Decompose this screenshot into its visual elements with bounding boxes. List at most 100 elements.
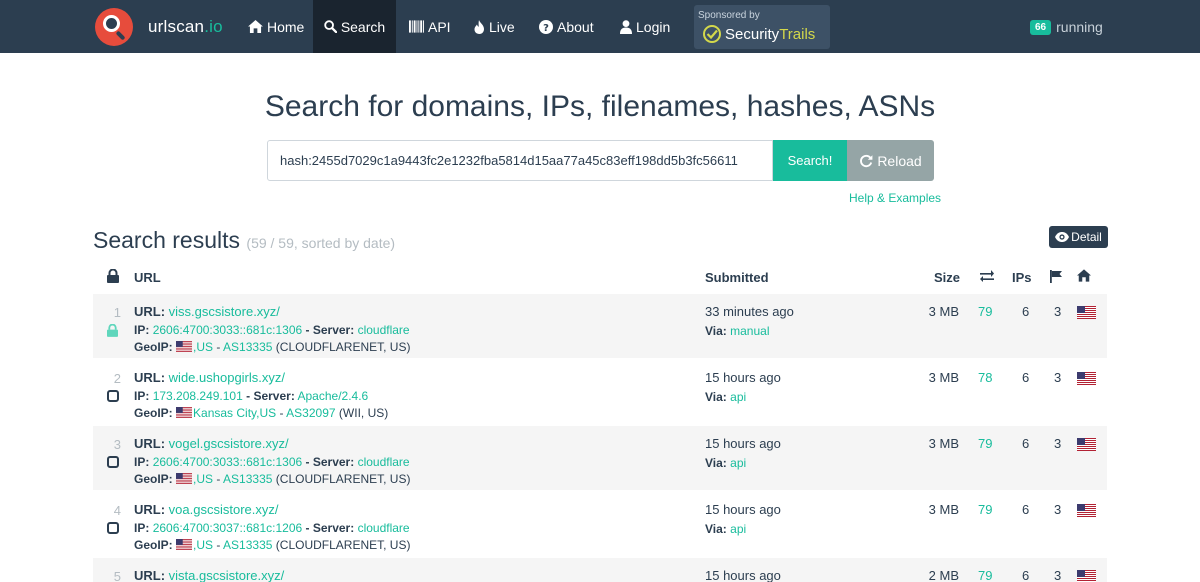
running-label: running	[1056, 19, 1103, 35]
lock-closed-icon	[107, 323, 118, 340]
nav-search-label: Search	[340, 18, 386, 35]
nav-login-label: Login	[636, 18, 671, 35]
page-title: Search for domains, IPs, filenames, hash…	[264, 90, 936, 123]
table-row[interactable]: 1 URL: viss.gscsistore.xyz/ IP: 2606:470…	[93, 294, 1107, 358]
result-url-link[interactable]: voa.gscsistore.xyz/	[169, 502, 279, 517]
row-ip-line: IP: 2606:4700:3037::681c:1206 - Server: …	[134, 521, 410, 535]
home-icon	[248, 20, 263, 33]
nav-about-label: About	[557, 18, 594, 35]
us-flag-icon	[176, 407, 193, 418]
request-count: 79	[978, 304, 993, 319]
table-row[interactable]: 2 URL: wide.ushopgirls.xyz/ IP: 173.208.…	[93, 360, 1107, 424]
result-server-link[interactable]: cloudflare	[358, 323, 410, 337]
result-server-link[interactable]: cloudflare	[358, 455, 410, 469]
table-row[interactable]: 4 URL: voa.gscsistore.xyz/ IP: 2606:4700…	[93, 492, 1107, 556]
result-url-link[interactable]: wide.ushopgirls.xyz/	[169, 370, 285, 385]
table-row[interactable]: 5 URL: vista.gscsistore.xyz/ 15 hours ag…	[93, 558, 1107, 582]
page-size: 3 MB	[928, 436, 959, 451]
result-ip-link[interactable]: 173.208.249.101	[153, 389, 243, 403]
table-row[interactable]: 3 URL: vogel.gscsistore.xyz/ IP: 2606:47…	[93, 426, 1107, 490]
ip-count: 6	[1022, 502, 1030, 517]
search-button[interactable]: Search!	[773, 140, 847, 181]
ip-count: 6	[1022, 436, 1030, 451]
help-examples-link[interactable]: Help & Examples	[849, 191, 941, 205]
page-size: 2 MB	[928, 568, 959, 582]
nav-search[interactable]: Search	[313, 0, 396, 53]
row-number: 3	[113, 437, 121, 452]
us-flag-icon	[1077, 372, 1096, 388]
result-server-link[interactable]: Apache/2.4.6	[298, 389, 369, 403]
request-count: 79	[978, 502, 993, 517]
result-asn-link[interactable]: AS13335	[223, 340, 272, 354]
barcode-icon	[409, 20, 424, 33]
row-url-line: URL: viss.gscsistore.xyz/	[134, 304, 280, 319]
sponsor-banner[interactable]: Sponsored by Security Trails	[694, 5, 830, 49]
submitted-time: 15 hours ago	[705, 568, 781, 582]
result-url-link[interactable]: vista.gscsistore.xyz/	[169, 568, 285, 582]
fire-icon	[474, 19, 484, 34]
sponsor-label: Sponsored by	[698, 10, 760, 21]
search-input[interactable]	[267, 140, 773, 181]
row-number: 2	[113, 371, 121, 386]
result-geo-link[interactable]: ,US	[193, 472, 213, 486]
country-count: 3	[1054, 436, 1062, 451]
row-geoip-line: GeoIP: ,US - AS13335 (CLOUDFLARENET, US)	[134, 538, 411, 552]
col-size[interactable]: Size	[934, 270, 960, 285]
row-number: 1	[113, 305, 121, 320]
col-url[interactable]: URL	[134, 270, 161, 285]
ip-count: 6	[1022, 370, 1030, 385]
submitted-time: 15 hours ago	[705, 502, 781, 517]
results-subtitle: (59 / 59, sorted by date)	[246, 235, 396, 251]
nav-api[interactable]: API	[409, 0, 451, 53]
nav-about[interactable]: ? About	[539, 0, 594, 53]
nav-live[interactable]: Live	[474, 0, 515, 53]
country-count: 3	[1054, 568, 1062, 582]
nav-login[interactable]: Login	[620, 0, 670, 53]
submitted-via: Via: api	[705, 456, 747, 470]
col-countries-flag-icon	[1050, 270, 1062, 286]
col-transfers-icon	[980, 270, 994, 285]
brand-name: urlscan.io	[148, 17, 223, 36]
eye-icon	[1055, 232, 1070, 242]
result-geo-link[interactable]: ,US	[193, 340, 213, 354]
us-flag-icon	[1077, 438, 1096, 454]
row-url-line: URL: wide.ushopgirls.xyz/	[134, 370, 285, 385]
nav-home[interactable]: Home	[248, 0, 304, 53]
submitted-time: 15 hours ago	[705, 370, 781, 385]
col-home-icon	[1077, 269, 1091, 285]
sponsor-name: Security Trails	[702, 24, 815, 44]
request-count: 79	[978, 436, 993, 451]
result-ip-link[interactable]: 2606:4700:3037::681c:1206	[153, 521, 302, 535]
detail-button[interactable]: Detail	[1049, 226, 1108, 248]
securitytrails-logo-icon	[703, 25, 721, 43]
row-ip-line: IP: 2606:4700:3033::681c:1306 - Server: …	[134, 455, 410, 469]
col-submitted[interactable]: Submitted	[705, 270, 769, 285]
reload-button[interactable]: Reload	[847, 140, 934, 181]
ip-count: 6	[1022, 568, 1030, 582]
row-geoip-line: GeoIP: ,US - AS13335 (CLOUDFLARENET, US)	[134, 340, 411, 354]
running-count-badge: 66	[1030, 19, 1052, 35]
lock-open-icon	[107, 390, 119, 405]
us-flag-icon	[176, 473, 193, 484]
result-geo-link[interactable]: Kansas City,US	[193, 406, 276, 420]
user-icon	[620, 19, 632, 34]
submitted-via: Via: manual	[705, 324, 770, 338]
us-flag-icon	[1077, 504, 1096, 520]
result-url-link[interactable]: vogel.gscsistore.xyz/	[169, 436, 289, 451]
result-url-link[interactable]: viss.gscsistore.xyz/	[169, 304, 280, 319]
result-ip-link[interactable]: 2606:4700:3033::681c:1306	[153, 323, 302, 337]
navbar: urlscan.io Home Search API Live ? About …	[0, 0, 1200, 53]
refresh-icon	[860, 154, 873, 167]
result-geo-link[interactable]: ,US	[193, 538, 213, 552]
svg-text:?: ?	[543, 23, 549, 34]
result-asn-link[interactable]: AS13335	[223, 472, 272, 486]
result-server-link[interactable]: cloudflare	[358, 521, 410, 535]
result-asn-link[interactable]: AS32097	[286, 406, 335, 420]
result-ip-link[interactable]: 2606:4700:3033::681c:1306	[153, 455, 302, 469]
result-asn-link[interactable]: AS13335	[223, 538, 272, 552]
row-url-line: URL: vogel.gscsistore.xyz/	[134, 436, 289, 451]
brand[interactable]: urlscan.io	[95, 8, 223, 46]
page-size: 3 MB	[928, 502, 959, 517]
col-ips[interactable]: IPs	[1012, 270, 1032, 285]
ip-count: 6	[1022, 304, 1030, 319]
